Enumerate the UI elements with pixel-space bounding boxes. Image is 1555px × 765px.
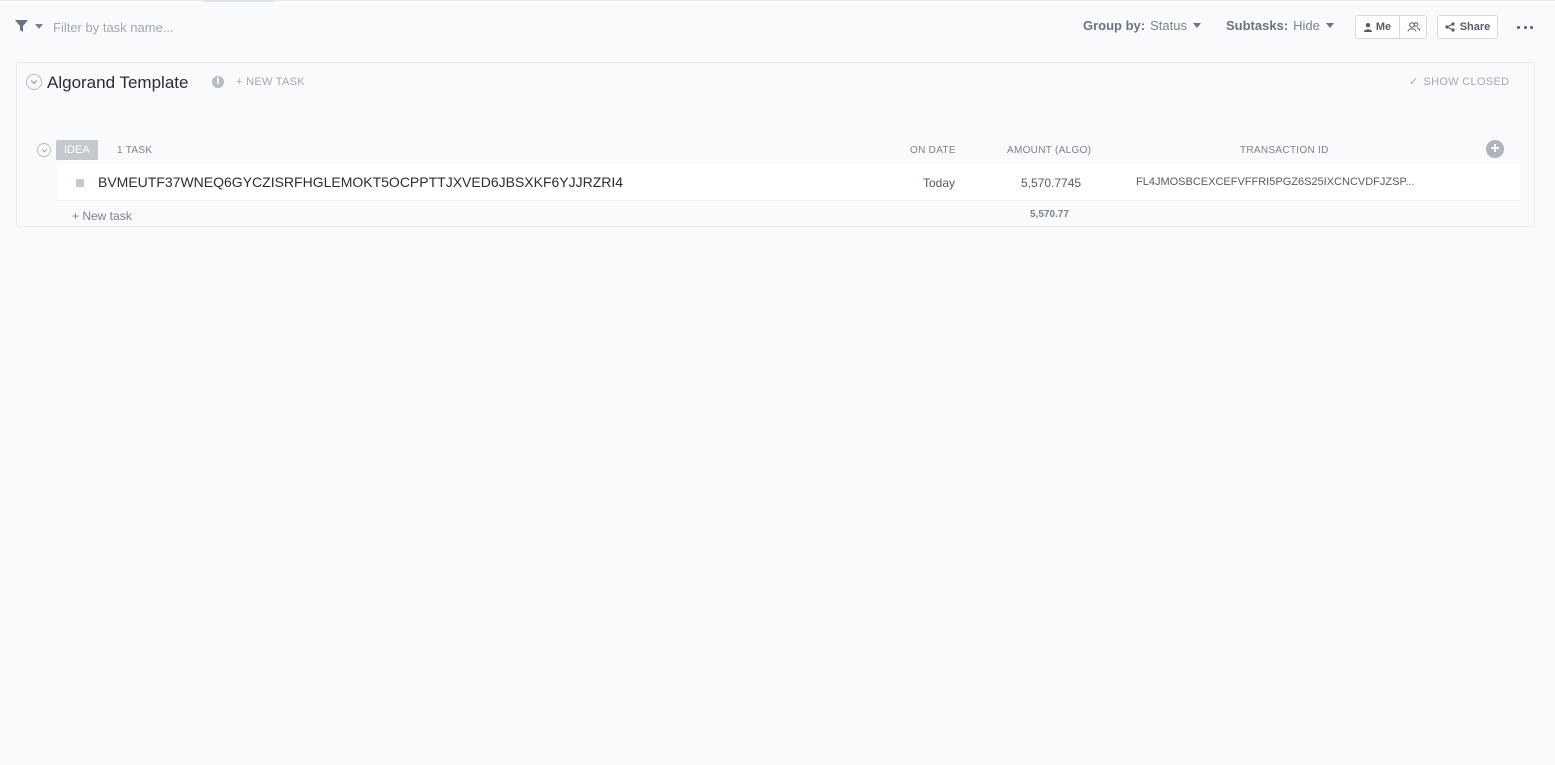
chevron-down-icon <box>41 148 47 152</box>
team-button[interactable] <box>1400 16 1426 38</box>
filter-chevron-down-icon[interactable] <box>35 24 43 29</box>
assignee-toggle: Me <box>1355 15 1427 39</box>
column-header-on-date[interactable]: ON DATE <box>910 145 956 156</box>
share-button[interactable]: Share <box>1437 15 1498 39</box>
show-closed-toggle[interactable]: ✓ SHOW CLOSED <box>1409 75 1510 89</box>
task-count: 1 TASK <box>117 145 153 156</box>
chevron-down-icon <box>1192 23 1201 28</box>
info-icon[interactable]: i <box>212 76 224 88</box>
share-label: Share <box>1459 21 1491 33</box>
list-title: Algorand Template <box>47 73 189 92</box>
toolbar: Group by: Status Subtasks: Hide Me <box>0 0 1555 54</box>
add-column-icon[interactable]: + <box>1486 140 1504 158</box>
status-group-collapse-toggle[interactable] <box>37 143 51 157</box>
team-icon <box>1407 22 1420 32</box>
more-icon[interactable] <box>1517 20 1533 34</box>
status-badge[interactable]: IDEA <box>56 140 98 160</box>
chevron-down-icon <box>30 80 38 85</box>
list-collapse-toggle[interactable] <box>26 74 42 90</box>
amount-sum: 5,570.77 <box>1030 209 1069 220</box>
share-icon <box>1445 22 1455 32</box>
show-closed-label: SHOW CLOSED <box>1423 75 1510 88</box>
chevron-down-icon <box>1325 23 1334 28</box>
subtasks-label: Subtasks: <box>1226 18 1289 33</box>
task-amount[interactable]: 5,570.7745 <box>1021 176 1081 190</box>
column-header-amount[interactable]: AMOUNT (ALGO) <box>1007 145 1091 156</box>
task-transaction-id[interactable]: FL4JMOSBCEXCEFVFFRI5PGZ6S25IXCNCVDFJZSP.… <box>1136 176 1436 188</box>
column-header-transaction-id[interactable]: TRANSACTION ID <box>1240 145 1329 156</box>
check-icon: ✓ <box>1409 76 1419 88</box>
user-icon <box>1363 22 1372 32</box>
group-by-value: Status <box>1150 18 1187 33</box>
task-on-date[interactable]: Today <box>923 176 955 190</box>
task-status-icon[interactable] <box>76 179 84 187</box>
list-panel: Algorand Template i + NEW TASK ✓ SHOW CL… <box>16 62 1535 227</box>
new-task-button[interactable]: + NEW TASK <box>236 76 305 88</box>
subtasks-dropdown[interactable]: Subtasks: Hide <box>1226 18 1334 33</box>
group-by-label: Group by: <box>1083 18 1146 33</box>
group-by-dropdown[interactable]: Group by: Status <box>1083 18 1201 33</box>
task-name[interactable]: BVMEUTF37WNEQ6GYCZISRFHGLEMOKT5OCPPTTJXV… <box>98 174 623 190</box>
filter-icon[interactable] <box>15 20 28 33</box>
me-button[interactable]: Me <box>1356 16 1400 38</box>
filter-input[interactable] <box>53 17 353 37</box>
subtasks-value: Hide <box>1293 18 1320 33</box>
task-row[interactable]: BVMEUTF37WNEQ6GYCZISRFHGLEMOKT5OCPPTTJXV… <box>57 164 1520 201</box>
me-label: Me <box>1375 21 1392 33</box>
new-task-inline-button[interactable]: + New task <box>72 209 132 223</box>
